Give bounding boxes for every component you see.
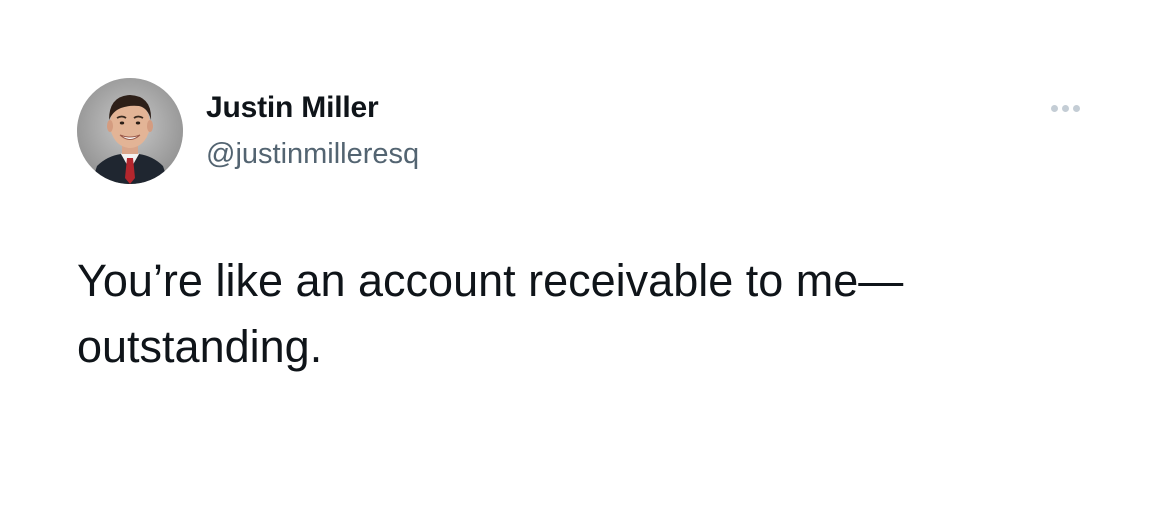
author-handle[interactable]: @justinmilleresq [206,138,419,171]
more-options-dot [1061,104,1069,112]
more-options-dot [1072,104,1080,112]
tweet-card: Justin Miller @justinmilleresq You’re li… [0,0,1170,509]
tweet-text: You’re like an account receivable to me—… [77,255,904,372]
more-options-button[interactable] [1040,94,1090,122]
author-display-name[interactable]: Justin Miller [206,91,379,125]
avatar[interactable] [77,78,183,184]
more-options-icon [1050,104,1058,112]
user-avatar-icon [77,78,183,184]
